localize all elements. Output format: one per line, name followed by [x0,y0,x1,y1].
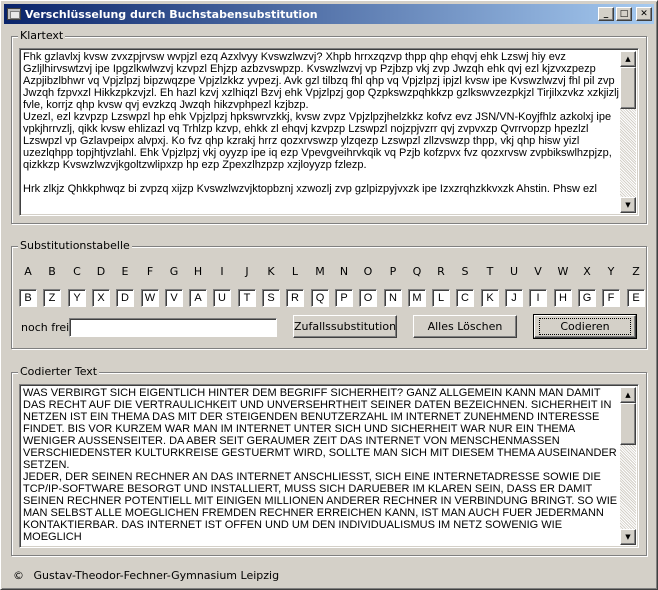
substitution-key-field[interactable]: F [602,289,620,307]
substitution-key-field[interactable]: T [238,289,256,307]
ciphertext-content[interactable]: WAS VERBIRGT SICH EIGENTLICH HINTER DEM … [23,387,619,545]
alphabet-letter: G [169,265,179,278]
copyright-icon: © [13,569,24,582]
alphabet-letter: I [220,265,224,278]
scroll-down-arrow-icon[interactable]: ▼ [620,529,636,545]
substitution-key-field[interactable]: J [505,289,523,307]
substitution-key-field[interactable]: R [286,289,304,307]
alphabet-letter: O [363,265,373,278]
scroll-down-arrow-icon[interactable]: ▼ [620,197,636,213]
plaintext-scrollbar[interactable]: ▲ ▼ [620,51,636,213]
ciphertext-scrollbar[interactable]: ▲ ▼ [620,387,636,545]
title-bar[interactable]: Verschlüsselung durch Buchstabensubstitu… [4,4,654,24]
alphabet-letter: U [509,265,519,278]
alphabet-letter: X [583,265,591,278]
scroll-up-arrow-icon[interactable]: ▲ [620,51,636,67]
substitution-key-field[interactable]: S [262,289,280,307]
main-window: Verschlüsselung durch Buchstabensubstitu… [0,0,658,590]
alphabet-letter: D [96,265,106,278]
substitution-key-field[interactable]: E [627,289,645,307]
ciphertext-legend: Codierter Text [18,365,100,378]
substitution-key-field[interactable]: U [213,289,231,307]
substitution-key-field[interactable]: O [359,289,377,307]
substitution-key-field[interactable]: L [432,289,450,307]
window-title: Verschlüsselung durch Buchstabensubstitu… [25,7,318,21]
substitution-key-field[interactable]: W [141,289,159,307]
alphabet-letter: E [121,265,129,278]
alphabet-letter: L [291,265,299,278]
substitution-key-field[interactable]: C [456,289,474,307]
plaintext-textarea[interactable]: Fhk gzlavlxj kvsw zvxzpjrvsw wvpjzl ezq … [19,48,639,216]
footer: © Gustav-Theodor-Fechner-Gymnasium Leipz… [13,569,279,582]
alphabet-letter: R [437,265,445,278]
plaintext-content[interactable]: Fhk gzlavlxj kvsw zvxzpjrvsw wvpjzl ezq … [23,51,619,213]
alphabet-letter: B [48,265,56,278]
encode-button[interactable]: Codieren [533,314,637,339]
substitution-legend: Substitutionstabelle [18,239,132,252]
alphabet-letter: J [245,265,249,278]
encode-button-label: Codieren [539,318,631,335]
substitution-key-field[interactable]: K [481,289,499,307]
scroll-thumb[interactable] [620,67,636,109]
alphabet-letter: P [389,265,397,278]
free-letters-field[interactable] [69,318,277,337]
alphabet-letter: V [534,265,542,278]
substitution-key-field[interactable]: N [384,289,402,307]
alphabet-letter: Z [632,265,640,278]
substitution-key-field[interactable]: X [92,289,110,307]
alphabet-letter: W [557,265,569,278]
substitution-key-field[interactable]: D [116,289,134,307]
alphabet-letter: H [193,265,203,278]
alphabet-letter: Q [412,265,422,278]
alphabet-letter: T [486,265,494,278]
random-substitution-button[interactable]: Zufallssubstitution [293,315,397,338]
substitution-key-field[interactable]: G [578,289,596,307]
scroll-thumb[interactable] [620,403,636,445]
alphabet-letter: K [267,265,275,278]
app-icon[interactable] [7,8,21,20]
minimize-button[interactable]: _ [598,7,614,21]
footer-text: Gustav-Theodor-Fechner-Gymnasium Leipzig [33,569,280,582]
substitution-key-field[interactable]: H [554,289,572,307]
substitution-key-row: BZYXDWVAUTSRQPONMLCKJIHGFE [19,289,645,307]
alphabet-row: A B C D E F G H I J K L M N O P Q R S T U V W X Y Z [19,265,641,279]
alphabet-letter: N [339,265,349,278]
substitution-key-field[interactable]: A [189,289,207,307]
alphabet-letter: Y [607,265,615,278]
substitution-key-field[interactable]: B [19,289,37,307]
ciphertext-textarea[interactable]: WAS VERBIRGT SICH EIGENTLICH HINTER DEM … [19,384,639,548]
alphabet-letter: M [315,265,325,278]
substitution-key-field[interactable]: Q [311,289,329,307]
close-button[interactable]: ✕ [636,7,652,21]
alphabet-letter: S [461,265,469,278]
substitution-key-field[interactable]: I [529,289,547,307]
scroll-up-arrow-icon[interactable]: ▲ [620,387,636,403]
substitution-key-field[interactable]: Y [68,289,86,307]
clear-all-button[interactable]: Alles Löschen [413,315,517,338]
alphabet-letter: F [146,265,154,278]
plaintext-legend: Klartext [18,29,66,42]
substitution-key-field[interactable]: Z [43,289,61,307]
substitution-key-field[interactable]: V [165,289,183,307]
maximize-button[interactable]: □ [616,7,632,21]
substitution-key-field[interactable]: M [408,289,426,307]
alphabet-letter: C [73,265,81,278]
substitution-key-field[interactable]: P [335,289,353,307]
alphabet-letter: A [24,265,32,278]
free-letters-label: noch frei: [21,321,73,334]
